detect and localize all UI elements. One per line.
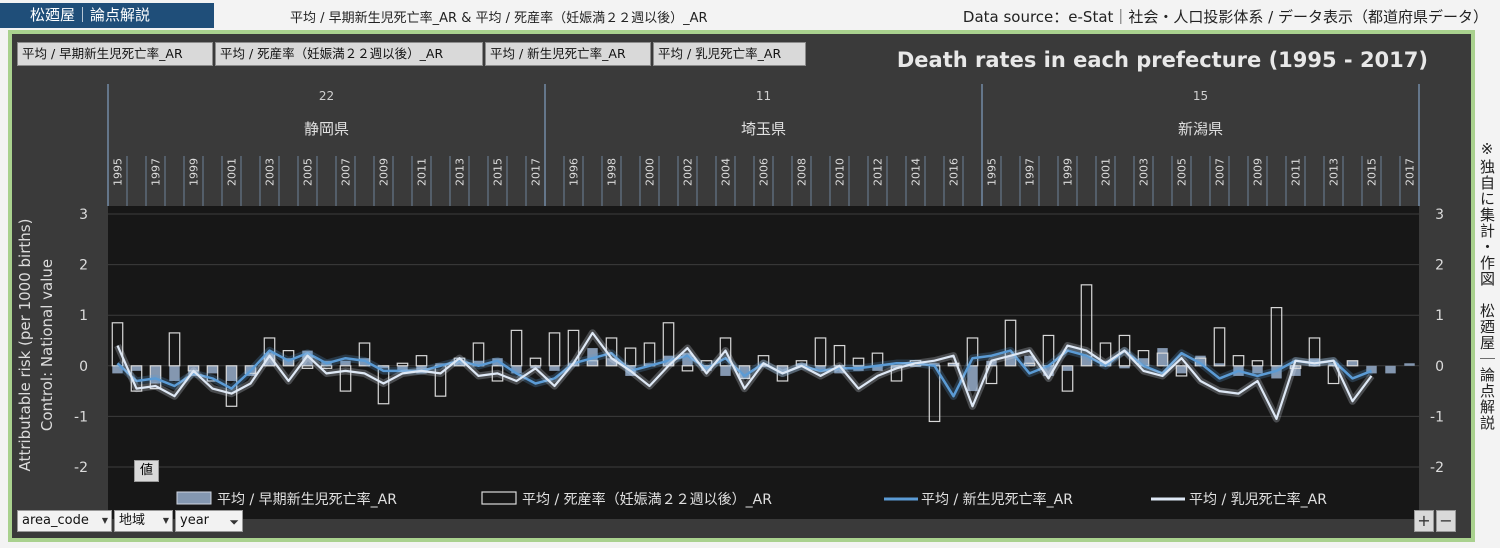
bar-early-neonatal (1404, 363, 1415, 366)
year-tick-label: 2004 (720, 158, 733, 186)
bar-early-neonatal (207, 365, 218, 374)
bar-early-neonatal (1157, 348, 1168, 366)
y-tick-left: -1 (74, 409, 88, 425)
year-tick-label: 2001 (1100, 158, 1113, 186)
y-tick-left: 1 (79, 308, 88, 324)
filter-funnel-icon: ⏷ (229, 515, 239, 529)
bar-early-neonatal (1347, 360, 1358, 366)
area-code-filter-label: area_code (22, 513, 89, 528)
y-tick-left: 2 (79, 258, 88, 274)
year-tick-label: 2003 (1138, 158, 1151, 186)
year-tick-label: 2006 (758, 158, 771, 186)
year-tick-label: 2009 (378, 158, 391, 186)
legend-label-neonatal: 平均 / 新生児死亡率_AR (921, 491, 1073, 508)
year-tick-label: 1995 (986, 158, 999, 186)
year-tick-label: 2015 (1366, 158, 1379, 186)
year-tick-label: 2005 (1176, 158, 1189, 186)
year-tick-label: 2017 (1404, 158, 1417, 186)
year-tick-label: 2013 (454, 158, 467, 186)
year-tick-label: 1999 (188, 158, 201, 186)
year-tick-label: 1999 (1062, 158, 1075, 186)
year-tick-label: 2011 (1290, 158, 1303, 186)
year-tick-label: 2012 (872, 158, 885, 186)
bar-early-neonatal (1062, 365, 1073, 371)
value-field-button[interactable]: 値 (134, 460, 159, 482)
year-tick-label: 2014 (910, 158, 923, 186)
year-filter[interactable]: year ⏷ (175, 510, 243, 532)
bar-early-neonatal (1385, 365, 1396, 374)
collapse-button[interactable]: − (1436, 510, 1456, 532)
region-filter[interactable]: 地域 ▼ (114, 510, 173, 532)
group-code: 22 (319, 89, 334, 103)
y-tick-right: -2 (1430, 460, 1444, 476)
y-axis-label-2: Control: National value (38, 259, 56, 431)
group-code: 11 (756, 89, 771, 103)
bar-early-neonatal (226, 365, 237, 381)
group-name: 新潟県 (1178, 120, 1223, 138)
year-tick-label: 1996 (568, 158, 581, 186)
year-tick-label: 2013 (1328, 158, 1341, 186)
year-tick-label: 2001 (226, 158, 239, 186)
y-tick-right: 0 (1435, 359, 1444, 375)
year-tick-label: 2000 (644, 158, 657, 186)
y-tick-right: -1 (1430, 409, 1444, 425)
legend-swatch-early-neonatal (176, 491, 212, 505)
legend-label-stillbirth: 平均 / 死産率（妊娠満２２週以後）_AR (522, 491, 772, 508)
year-tick-label: 2002 (682, 158, 695, 186)
year-filter-label: year (180, 513, 210, 528)
y-tick-left: 0 (79, 359, 88, 375)
bar-early-neonatal (131, 365, 142, 371)
legend-label-early-neonatal: 平均 / 早期新生児死亡率_AR (217, 491, 397, 508)
y-tick-right: 3 (1435, 207, 1444, 223)
legend-label-infant: 平均 / 乳児死亡率_AR (1189, 491, 1327, 508)
region-filter-label: 地域 (119, 513, 146, 528)
bar-early-neonatal (169, 365, 180, 381)
year-tick-label: 2005 (302, 158, 315, 186)
y-axis-label: Attributable risk (per 1000 births) (16, 219, 34, 472)
year-tick-label: 1997 (150, 158, 163, 186)
year-tick-label: 2009 (1252, 158, 1265, 186)
year-tick-label: 2003 (264, 158, 277, 186)
dropdown-arrow-icon: ▼ (101, 516, 108, 525)
year-tick-label: 1995 (112, 158, 125, 186)
y-tick-right: 1 (1435, 308, 1444, 324)
year-tick-label: 2007 (1214, 158, 1227, 186)
bar-early-neonatal (720, 365, 731, 376)
y-tick-left: -2 (74, 460, 88, 476)
area-code-filter[interactable]: area_code ▼ (17, 510, 112, 532)
group-code: 15 (1193, 89, 1208, 103)
y-tick-left: 3 (79, 207, 88, 223)
bar-early-neonatal (549, 365, 560, 371)
group-name: 静岡県 (304, 120, 349, 138)
group-name: 埼玉県 (741, 120, 786, 138)
expand-button[interactable]: + (1414, 510, 1434, 532)
chart-svg: 3 32 21 10 0-1 -1-2 -2Attributable risk (per 1… (16, 84, 1444, 519)
dropdown-arrow-icon: ▼ (162, 516, 169, 525)
year-tick-label: 2015 (492, 158, 505, 186)
year-tick-label: 2011 (416, 158, 429, 186)
year-tick-label: 1997 (1024, 158, 1037, 186)
year-tick-label: 2016 (948, 158, 961, 186)
year-tick-label: 2007 (340, 158, 353, 186)
year-tick-label: 2008 (796, 158, 809, 186)
year-tick-label: 2017 (530, 158, 543, 186)
y-tick-right: 2 (1435, 258, 1444, 274)
year-tick-label: 1998 (606, 158, 619, 186)
year-tick-label: 2010 (834, 158, 847, 186)
